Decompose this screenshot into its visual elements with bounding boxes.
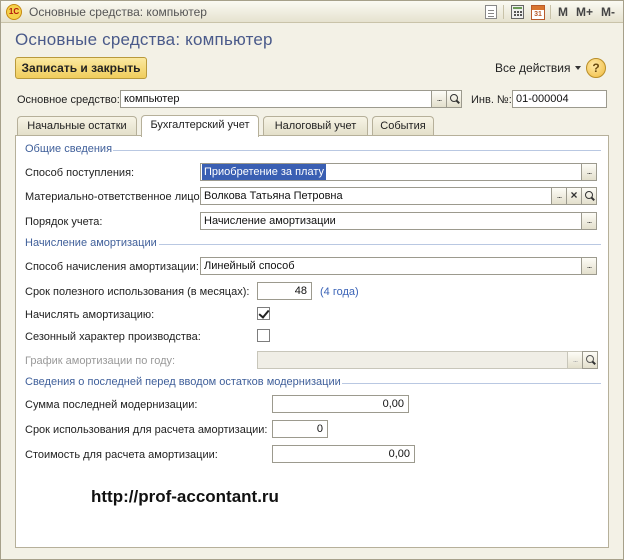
receipt-method-field[interactable]: Приобретение за плату bbox=[200, 163, 582, 181]
schedule-label: График амортизации по году: bbox=[25, 355, 176, 367]
section-modernization-title: Сведения о последней перед вводом остатк… bbox=[25, 376, 341, 388]
schedule-select-button: ... bbox=[567, 351, 583, 369]
help-button[interactable]: ? bbox=[586, 58, 606, 78]
calendar-icon[interactable]: 31 bbox=[529, 4, 547, 21]
title-toolbar: 31 M M+ M- bbox=[480, 3, 619, 21]
receipt-method-value: Приобретение за плату bbox=[202, 164, 327, 180]
section-divider bbox=[159, 244, 601, 245]
useful-life-field[interactable]: 48 bbox=[257, 282, 312, 300]
depreciation-cost-field[interactable]: 0,00 bbox=[272, 445, 415, 463]
responsible-person-field[interactable]: Волкова Татьяна Петровна bbox=[200, 187, 552, 205]
schedule-field bbox=[257, 351, 568, 369]
useful-life-label: Срок полезного использования (в месяцах)… bbox=[25, 286, 250, 298]
section-divider bbox=[113, 150, 601, 151]
depreciation-term-field[interactable]: 0 bbox=[272, 420, 328, 438]
tab-initial-balances[interactable]: Начальные остатки bbox=[17, 116, 137, 136]
tab-accounting[interactable]: Бухгалтерский учет bbox=[141, 115, 259, 137]
depreciation-method-label: Способ начисления амортизации: bbox=[25, 261, 199, 273]
inv-label: Инв. №: bbox=[471, 94, 512, 106]
schedule-search-icon bbox=[582, 351, 598, 369]
tab-events[interactable]: События bbox=[372, 116, 434, 136]
clear-icon[interactable]: × bbox=[566, 187, 582, 205]
responsible-person-label: Материально-ответственное лицо: bbox=[25, 191, 203, 203]
accounting-order-select-button[interactable]: ... bbox=[581, 212, 597, 230]
charge-depreciation-checkbox[interactable] bbox=[257, 307, 270, 320]
app-logo-icon: 1С bbox=[6, 4, 22, 20]
watermark-url: http://prof-accontant.ru bbox=[91, 487, 279, 506]
inv-number-field[interactable]: 01-000004 bbox=[512, 90, 607, 108]
section-divider bbox=[342, 383, 601, 384]
depreciation-method-select-button[interactable]: ... bbox=[581, 257, 597, 275]
seasonal-label: Сезонный характер производства: bbox=[25, 331, 201, 343]
useful-life-hint: (4 года) bbox=[320, 286, 359, 298]
depreciation-cost-label: Стоимость для расчета амортизации: bbox=[25, 449, 218, 461]
asset-field[interactable]: компьютер bbox=[120, 90, 432, 108]
document-icon[interactable] bbox=[482, 4, 500, 21]
all-actions-menu[interactable]: Все действия bbox=[495, 61, 582, 75]
tab-tax-accounting[interactable]: Налоговый учет bbox=[263, 116, 368, 136]
toolbar-divider bbox=[549, 5, 551, 19]
modernization-sum-field[interactable]: 0,00 bbox=[272, 395, 409, 413]
charge-depreciation-label: Начислять амортизацию: bbox=[25, 309, 155, 321]
responsible-person-select-button[interactable]: ... bbox=[551, 187, 567, 205]
memory-button[interactable]: M bbox=[554, 5, 572, 19]
title-bar: 1С Основные средства: компьютер 31 M M+ … bbox=[1, 1, 623, 23]
accounting-order-label: Порядок учета: bbox=[25, 216, 103, 228]
save-and-close-button[interactable]: Записать и закрыть bbox=[15, 57, 147, 79]
all-actions-label: Все действия bbox=[495, 61, 571, 75]
depreciation-method-field[interactable]: Линейный способ bbox=[200, 257, 582, 275]
receipt-method-label: Способ поступления: bbox=[25, 167, 135, 179]
responsible-person-search-icon[interactable] bbox=[581, 187, 597, 205]
window-title: Основные средства: компьютер bbox=[29, 5, 207, 19]
asset-label: Основное средство: bbox=[17, 94, 120, 106]
calculator-icon[interactable] bbox=[509, 4, 527, 21]
modernization-sum-label: Сумма последней модернизации: bbox=[25, 399, 198, 411]
toolbar-divider bbox=[502, 5, 504, 19]
section-depreciation-title: Начисление амортизации bbox=[25, 237, 157, 249]
asset-search-icon[interactable] bbox=[446, 90, 462, 108]
page-title: Основные средства: компьютер bbox=[15, 30, 273, 49]
memory-minus-button[interactable]: M- bbox=[597, 5, 619, 19]
receipt-method-select-button[interactable]: ... bbox=[581, 163, 597, 181]
accounting-order-field[interactable]: Начисление амортизации bbox=[200, 212, 582, 230]
asset-select-button[interactable]: ... bbox=[431, 90, 447, 108]
chevron-down-icon bbox=[575, 66, 582, 70]
depreciation-term-label: Срок использования для расчета амортизац… bbox=[25, 424, 268, 436]
window: 1С Основные средства: компьютер 31 M M+ … bbox=[0, 0, 624, 560]
memory-plus-button[interactable]: M+ bbox=[572, 5, 597, 19]
section-general-title: Общие сведения bbox=[25, 143, 113, 155]
seasonal-checkbox[interactable] bbox=[257, 329, 270, 342]
